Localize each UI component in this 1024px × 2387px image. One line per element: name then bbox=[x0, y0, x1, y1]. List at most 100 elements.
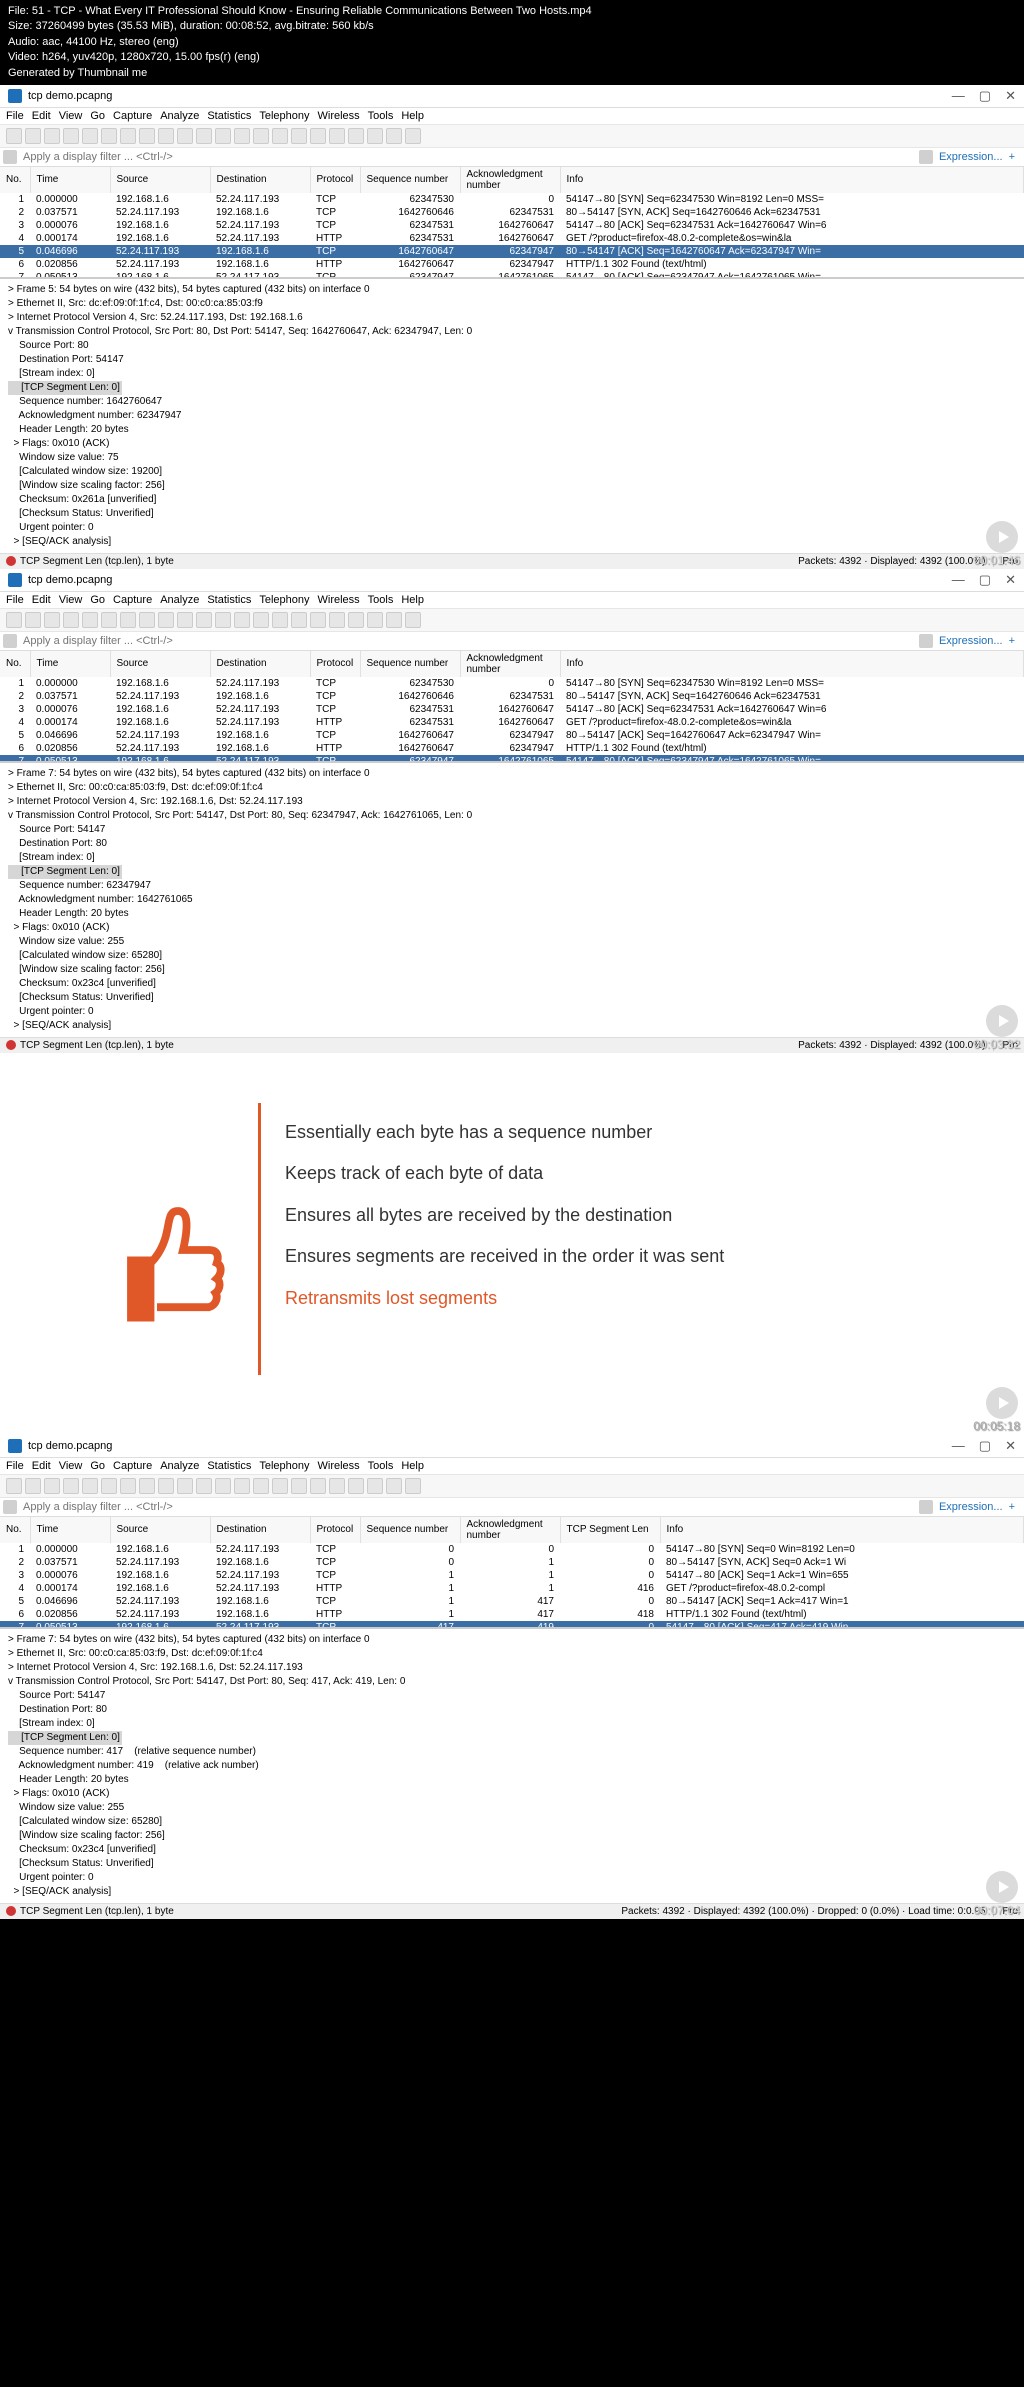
menu-go[interactable]: Go bbox=[90, 110, 105, 122]
detail-line[interactable]: Urgent pointer: 0 bbox=[8, 521, 1016, 535]
toolbar-button[interactable] bbox=[272, 612, 288, 628]
toolbar-button[interactable] bbox=[215, 128, 231, 144]
packet-details[interactable]: > Frame 7: 54 bytes on wire (432 bits), … bbox=[0, 1627, 1024, 1903]
toolbar-button[interactable] bbox=[120, 612, 136, 628]
column-header[interactable]: Time bbox=[30, 167, 110, 193]
play-overlay-icon[interactable] bbox=[986, 1005, 1018, 1037]
column-header[interactable]: Source bbox=[110, 167, 210, 193]
menu-capture[interactable]: Capture bbox=[113, 110, 152, 122]
toolbar-button[interactable] bbox=[329, 612, 345, 628]
packet-row[interactable]: 50.04669652.24.117.193192.168.1.6TCP1642… bbox=[0, 729, 1024, 742]
add-filter-button[interactable]: + bbox=[1009, 1501, 1015, 1513]
column-header[interactable]: Protocol bbox=[310, 167, 360, 193]
menu-tools[interactable]: Tools bbox=[368, 1460, 394, 1472]
toolbar-button[interactable] bbox=[234, 612, 250, 628]
toolbar-button[interactable] bbox=[310, 612, 326, 628]
toolbar-button[interactable] bbox=[6, 612, 22, 628]
detail-line[interactable]: > Internet Protocol Version 4, Src: 192.… bbox=[8, 795, 1016, 809]
detail-line[interactable]: > Flags: 0x010 (ACK) bbox=[8, 921, 1016, 935]
toolbar-button[interactable] bbox=[272, 1478, 288, 1494]
packet-list[interactable]: No.TimeSourceDestinationProtocolSequence… bbox=[0, 651, 1024, 761]
menu-analyze[interactable]: Analyze bbox=[160, 1460, 199, 1472]
toolbar-button[interactable] bbox=[82, 612, 98, 628]
detail-line[interactable]: [TCP Segment Len: 0] bbox=[8, 865, 1016, 879]
toolbar-button[interactable] bbox=[405, 612, 421, 628]
menu-help[interactable]: Help bbox=[401, 594, 424, 606]
column-header[interactable]: Info bbox=[660, 1517, 1024, 1543]
column-header[interactable]: Destination bbox=[210, 1517, 310, 1543]
detail-line[interactable]: > Ethernet II, Src: dc:ef:09:0f:1f:c4, D… bbox=[8, 297, 1016, 311]
toolbar-button[interactable] bbox=[177, 128, 193, 144]
menu-telephony[interactable]: Telephony bbox=[259, 594, 309, 606]
detail-line[interactable]: > Flags: 0x010 (ACK) bbox=[8, 1787, 1016, 1801]
packet-row[interactable]: 60.02085652.24.117.193192.168.1.6HTTP164… bbox=[0, 258, 1024, 271]
detail-line[interactable]: [Calculated window size: 65280] bbox=[8, 949, 1016, 963]
detail-line[interactable]: Sequence number: 1642760647 bbox=[8, 395, 1016, 409]
add-filter-button[interactable]: + bbox=[1009, 151, 1015, 163]
detail-line[interactable]: Header Length: 20 bytes bbox=[8, 1773, 1016, 1787]
detail-line[interactable]: Destination Port: 80 bbox=[8, 837, 1016, 851]
detail-line[interactable]: > Frame 7: 54 bytes on wire (432 bits), … bbox=[8, 767, 1016, 781]
toolbar-button[interactable] bbox=[63, 612, 79, 628]
detail-line[interactable]: > Internet Protocol Version 4, Src: 52.2… bbox=[8, 311, 1016, 325]
close-button[interactable]: ✕ bbox=[1005, 572, 1016, 588]
toolbar-button[interactable] bbox=[291, 128, 307, 144]
toolbar-button[interactable] bbox=[196, 128, 212, 144]
packet-row[interactable]: 60.02085652.24.117.193192.168.1.6HTTP164… bbox=[0, 742, 1024, 755]
detail-line[interactable]: Source Port: 54147 bbox=[8, 1689, 1016, 1703]
bookmark-icon[interactable] bbox=[3, 1500, 17, 1514]
toolbar-button[interactable] bbox=[386, 612, 402, 628]
play-overlay-icon[interactable] bbox=[986, 1387, 1018, 1419]
toolbar-button[interactable] bbox=[367, 1478, 383, 1494]
menu-telephony[interactable]: Telephony bbox=[259, 110, 309, 122]
detail-line[interactable]: [Calculated window size: 65280] bbox=[8, 1815, 1016, 1829]
menu-view[interactable]: View bbox=[59, 110, 83, 122]
detail-line[interactable]: Source Port: 80 bbox=[8, 339, 1016, 353]
detail-line[interactable]: > Frame 7: 54 bytes on wire (432 bits), … bbox=[8, 1633, 1016, 1647]
detail-line[interactable]: Acknowledgment number: 419 (relative ack… bbox=[8, 1759, 1016, 1773]
packet-row[interactable]: 50.04669652.24.117.193192.168.1.6TCP1642… bbox=[0, 245, 1024, 258]
toolbar-button[interactable] bbox=[139, 612, 155, 628]
minimize-button[interactable]: — bbox=[952, 572, 965, 588]
toolbar-button[interactable] bbox=[44, 1478, 60, 1494]
detail-line[interactable]: Sequence number: 62347947 bbox=[8, 879, 1016, 893]
filter-arrow-icon[interactable] bbox=[919, 150, 933, 164]
menu-view[interactable]: View bbox=[59, 1460, 83, 1472]
detail-line[interactable]: v Transmission Control Protocol, Src Por… bbox=[8, 325, 1016, 339]
detail-line[interactable]: [TCP Segment Len: 0] bbox=[8, 381, 1016, 395]
toolbar-button[interactable] bbox=[6, 128, 22, 144]
toolbar-button[interactable] bbox=[139, 1478, 155, 1494]
toolbar-button[interactable] bbox=[405, 128, 421, 144]
column-header[interactable]: Source bbox=[110, 651, 210, 677]
minimize-button[interactable]: — bbox=[952, 1438, 965, 1454]
detail-line[interactable]: > [SEQ/ACK analysis] bbox=[8, 1885, 1016, 1899]
toolbar-button[interactable] bbox=[405, 1478, 421, 1494]
column-header[interactable]: Sequence number bbox=[360, 167, 460, 193]
menu-file[interactable]: File bbox=[6, 1460, 24, 1472]
menu-edit[interactable]: Edit bbox=[32, 110, 51, 122]
packet-row[interactable]: 10.000000192.168.1.652.24.117.193TCP6234… bbox=[0, 193, 1024, 206]
toolbar-button[interactable] bbox=[177, 612, 193, 628]
detail-line[interactable]: [Stream index: 0] bbox=[8, 367, 1016, 381]
column-header[interactable]: Protocol bbox=[310, 651, 360, 677]
play-overlay-icon[interactable] bbox=[986, 1871, 1018, 1903]
detail-line[interactable]: > Frame 5: 54 bytes on wire (432 bits), … bbox=[8, 283, 1016, 297]
detail-line[interactable]: Sequence number: 417 (relative sequence … bbox=[8, 1745, 1016, 1759]
display-filter-input[interactable] bbox=[17, 633, 913, 649]
column-header[interactable]: Sequence number bbox=[360, 1517, 460, 1543]
toolbar-button[interactable] bbox=[6, 1478, 22, 1494]
detail-line[interactable]: > [SEQ/ACK analysis] bbox=[8, 1019, 1016, 1033]
filter-arrow-icon[interactable] bbox=[919, 1500, 933, 1514]
column-header[interactable]: Time bbox=[30, 1517, 110, 1543]
column-header[interactable]: Info bbox=[560, 651, 1024, 677]
toolbar-button[interactable] bbox=[310, 128, 326, 144]
column-header[interactable]: Destination bbox=[210, 167, 310, 193]
detail-line[interactable]: Header Length: 20 bytes bbox=[8, 423, 1016, 437]
add-filter-button[interactable]: + bbox=[1009, 635, 1015, 647]
filter-arrow-icon[interactable] bbox=[919, 634, 933, 648]
toolbar-button[interactable] bbox=[82, 1478, 98, 1494]
column-header[interactable]: No. bbox=[0, 651, 30, 677]
packet-row[interactable]: 70.050513192.168.1.652.24.117.193TCP6234… bbox=[0, 755, 1024, 761]
toolbar-button[interactable] bbox=[234, 128, 250, 144]
detail-line[interactable]: Destination Port: 80 bbox=[8, 1703, 1016, 1717]
